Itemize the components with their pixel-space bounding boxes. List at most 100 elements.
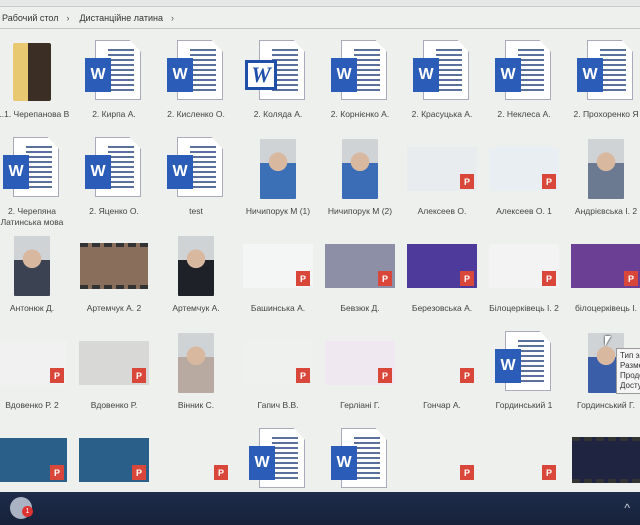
file-item[interactable]: Ничипорук М (2)	[319, 135, 401, 232]
powerpoint-logo-icon: P	[460, 174, 474, 189]
file-name-label: Ничипорук М (2)	[327, 206, 393, 216]
word-document-icon: W	[407, 38, 477, 106]
file-item[interactable]: P Гончар А.	[401, 329, 483, 426]
powerpoint-logo-icon: P	[542, 465, 556, 480]
chevron-up-icon[interactable]: ^	[624, 501, 630, 515]
file-item[interactable]: W 2. Кисленко О.	[155, 38, 237, 135]
file-item[interactable]: P Башинська А.	[237, 232, 319, 329]
file-name-label: Ничипорук М (1)	[245, 206, 311, 216]
slide-preview: P	[489, 438, 559, 482]
powerpoint-thumbnail-icon: P	[243, 329, 313, 397]
file-item[interactable]: W 2. Красуцька А.	[401, 38, 483, 135]
film-strip-icon	[80, 243, 148, 289]
file-name-label: Алексеев О. 1	[496, 206, 552, 216]
file-item[interactable]: 1.1. Черепанова В	[0, 38, 73, 135]
file-name-label: Гординський 1	[495, 400, 553, 410]
word-logo-icon: W	[413, 58, 439, 92]
image-thumbnail-icon	[325, 135, 395, 203]
powerpoint-logo-icon: P	[50, 465, 64, 480]
file-name-label: 2. Кирпа А.	[92, 109, 136, 119]
file-item[interactable]: P Вдовенко Р.	[73, 329, 155, 426]
file-name-label: Башинська А.	[250, 303, 306, 313]
file-item[interactable]: Андрієвська І. 2	[565, 135, 640, 232]
file-name-label: 2. Корнієнко А.	[330, 109, 390, 119]
slide-preview: P	[243, 341, 313, 385]
powerpoint-logo-icon: P	[50, 368, 64, 383]
slide-preview: P	[161, 438, 231, 482]
powerpoint-logo-icon: P	[378, 368, 392, 383]
image-thumbnail-icon	[161, 329, 231, 397]
word-logo-icon: W	[167, 155, 193, 189]
word-logo-icon: W	[331, 58, 357, 92]
file-item[interactable]: W 2. Прохоренко Я	[565, 38, 640, 135]
slide-preview: P	[407, 341, 477, 385]
word-document-icon: W	[0, 135, 67, 203]
file-item[interactable]: Pбілоцерківець І.	[565, 232, 640, 329]
word-logo-icon: W	[3, 155, 29, 189]
chevron-right-icon[interactable]: ›	[171, 13, 174, 23]
image-thumbnail-icon	[0, 232, 67, 300]
slide-preview: P	[325, 244, 395, 288]
powerpoint-logo-icon: P	[624, 271, 638, 286]
powerpoint-thumbnail-icon: P	[407, 232, 477, 300]
powerpoint-logo-icon: P	[132, 465, 146, 480]
powerpoint-logo-icon: P	[214, 465, 228, 480]
file-name-label: 2. Кисленко О.	[167, 109, 225, 119]
file-item[interactable]: P Алексеев О. 1	[483, 135, 565, 232]
breadcrumb-folder[interactable]: Дистанційне латина	[80, 13, 163, 23]
chevron-right-icon[interactable]: ›	[67, 13, 70, 23]
file-name-label: 1.1. Черепанова В	[0, 109, 70, 119]
file-name-label: Гапич В.В.	[257, 400, 299, 410]
title-bar-edge	[0, 0, 640, 7]
file-name-label: Березовська А.	[411, 303, 473, 313]
slide-preview: P	[325, 341, 395, 385]
file-name-label: Гординський Г.	[577, 400, 635, 410]
file-item[interactable]: P Гапич В.В.	[237, 329, 319, 426]
file-name-label: Антонюк Д.	[9, 303, 55, 313]
word-logo-icon: W	[495, 58, 521, 92]
file-item[interactable]: W 2. Черепяна Латинська мова	[0, 135, 73, 232]
file-item[interactable]: W 2. Яценко О.	[73, 135, 155, 232]
slide-preview: P	[489, 244, 559, 288]
file-tooltip: Тип эле Размер Продол Доступн	[616, 348, 640, 394]
file-item[interactable]: Антонюк Д.	[0, 232, 73, 329]
file-item[interactable]: Вінник С.	[155, 329, 237, 426]
word-document-icon: W	[79, 135, 149, 203]
tooltip-line: Тип эле	[620, 351, 640, 360]
powerpoint-thumbnail-icon: P	[79, 329, 149, 397]
file-item[interactable]: P Білоцерківець І. 2	[483, 232, 565, 329]
file-item[interactable]: P Вдовенко Р. 2	[0, 329, 73, 426]
powerpoint-logo-icon: P	[542, 174, 556, 189]
file-item[interactable]: Ничипорук М (1)	[237, 135, 319, 232]
file-item[interactable]: Артемчук А. 2	[73, 232, 155, 329]
file-item[interactable]: W 2. Корнієнко А.	[319, 38, 401, 135]
powerpoint-logo-icon: P	[460, 271, 474, 286]
word-document-icon: W	[325, 38, 395, 106]
file-item[interactable]: P Березовська А.	[401, 232, 483, 329]
powerpoint-thumbnail-icon: P	[243, 232, 313, 300]
powerpoint-logo-icon: P	[460, 368, 474, 383]
powerpoint-logo-icon: P	[132, 368, 146, 383]
file-name-label: Герліанi Г.	[340, 400, 380, 410]
slide-preview: P	[407, 244, 477, 288]
file-name-label: Артемчук А. 2	[86, 303, 142, 313]
file-item[interactable]: W 2. Неклеса А.	[483, 38, 565, 135]
mouse-cursor-icon	[605, 336, 611, 346]
file-item[interactable]: P Алексеев О.	[401, 135, 483, 232]
file-item[interactable]: Wtest	[155, 135, 237, 232]
file-item[interactable]: W 2. Кирпа А.	[73, 38, 155, 135]
file-item[interactable]: W Гординський 1	[483, 329, 565, 426]
powerpoint-thumbnail-icon: P	[489, 426, 559, 494]
file-name-label: Вдовенко Р.	[90, 400, 138, 410]
powerpoint-logo-icon: P	[296, 368, 310, 383]
slide-preview: P	[79, 341, 149, 385]
file-item[interactable]: P Герліанi Г.	[319, 329, 401, 426]
breadcrumb-desktop[interactable]: Рабочий стол	[2, 13, 59, 23]
file-item[interactable]: Артемчук А.	[155, 232, 237, 329]
slide-preview: P	[571, 244, 640, 288]
file-name-label: 2. Коляда А.	[253, 109, 303, 119]
file-name-label: Бевзюк Д.	[340, 303, 380, 313]
powerpoint-thumbnail-icon: P	[0, 329, 67, 397]
file-item[interactable]: P Бевзюк Д.	[319, 232, 401, 329]
file-item[interactable]: W 2. Коляда А.	[237, 38, 319, 135]
